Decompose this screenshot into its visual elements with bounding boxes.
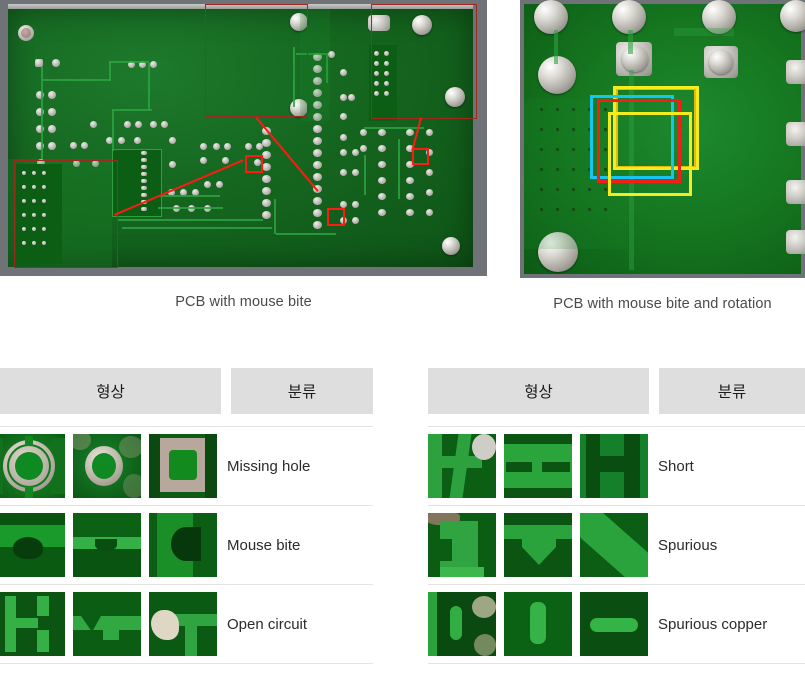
- defect-table-left: 형상 분류 Missing hole Mouse bite Open circu…: [0, 368, 373, 664]
- thumbnail-open-circuit-2: [73, 592, 141, 656]
- thumbnail-spurious-1: [428, 513, 496, 577]
- thumbnail-mouse-bite-2: [73, 513, 141, 577]
- annotation-crop-top-center: [205, 4, 308, 117]
- cell-shape: [0, 585, 217, 663]
- figure-caption-left: PCB with mouse bite: [175, 294, 312, 310]
- cell-classification: Short: [658, 457, 694, 475]
- table-row: Open circuit: [0, 584, 373, 664]
- cell-shape: [0, 427, 217, 505]
- header-shape-right: 형상: [428, 368, 649, 414]
- table-header-row-left: 형상 분류: [0, 368, 373, 414]
- cell-classification: Open circuit: [227, 615, 308, 633]
- table-row: Spurious copper: [428, 584, 805, 664]
- thumbnail-spurious-copper-2: [504, 592, 572, 656]
- cell-shape: [0, 506, 217, 584]
- pcb-image-mouse-bite-rotation: [520, 0, 805, 278]
- table-row: Spurious: [428, 505, 805, 584]
- annotation-crop-bottom-left: [14, 160, 118, 268]
- thumbnail-missing-hole-2: [73, 434, 141, 498]
- thumbnail-open-circuit-3: [149, 592, 217, 656]
- cell-shape: [428, 427, 648, 505]
- thumbnail-spurious-copper-1: [428, 592, 496, 656]
- cell-classification: Mouse bite: [227, 536, 301, 554]
- figure-row: PCB with mouse bite PCB with mouse bite …: [0, 0, 805, 318]
- figure-caption-right: PCB with mouse bite and rotation: [553, 296, 772, 312]
- cell-classification: Spurious copper: [658, 615, 768, 633]
- pcb-image-mouse-bite: [0, 0, 487, 276]
- cell-classification: Spurious: [658, 536, 718, 554]
- thumbnail-spurious-2: [504, 513, 572, 577]
- table-body-right: Short Spurious Spurious copper: [428, 426, 805, 664]
- defect-marker-lower-center: [327, 208, 345, 226]
- header-classification-right: 분류: [659, 368, 805, 414]
- thumbnail-open-circuit-1: [0, 592, 65, 656]
- defect-marker-right: [412, 148, 429, 165]
- thumbnail-spurious-copper-3: [580, 592, 648, 656]
- defect-table-right: 형상 분류 Short Spurious Spurious copper: [428, 368, 805, 664]
- cell-shape: [428, 585, 648, 663]
- table-row: Short: [428, 426, 805, 505]
- annotation-crop-top-right: [371, 4, 477, 119]
- bbox-yellow-lower: [608, 112, 692, 196]
- table-body-left: Missing hole Mouse bite Open circuit: [0, 426, 373, 664]
- defect-marker-center: [245, 155, 263, 173]
- thumbnail-short-3: [580, 434, 648, 498]
- defect-tables: 형상 분류 Missing hole Mouse bite Open circu…: [0, 368, 805, 674]
- thumbnail-short-1: [428, 434, 496, 498]
- figure-pcb-mouse-bite-rotation: PCB with mouse bite and rotation: [520, 0, 805, 312]
- header-shape-left: 형상: [0, 368, 221, 414]
- table-row: Mouse bite: [0, 505, 373, 584]
- thumbnail-missing-hole-3: [149, 434, 217, 498]
- thumbnail-spurious-3: [580, 513, 648, 577]
- thumbnail-short-2: [504, 434, 572, 498]
- table-header-row-right: 형상 분류: [428, 368, 805, 414]
- cell-shape: [428, 506, 648, 584]
- header-classification-left: 분류: [231, 368, 373, 414]
- thumbnail-missing-hole-1: [0, 434, 65, 498]
- figure-pcb-mouse-bite: PCB with mouse bite: [0, 0, 487, 310]
- cell-classification: Missing hole: [227, 457, 311, 475]
- thumbnail-mouse-bite-3: [149, 513, 217, 577]
- thumbnail-mouse-bite-1: [0, 513, 65, 577]
- table-row: Missing hole: [0, 426, 373, 505]
